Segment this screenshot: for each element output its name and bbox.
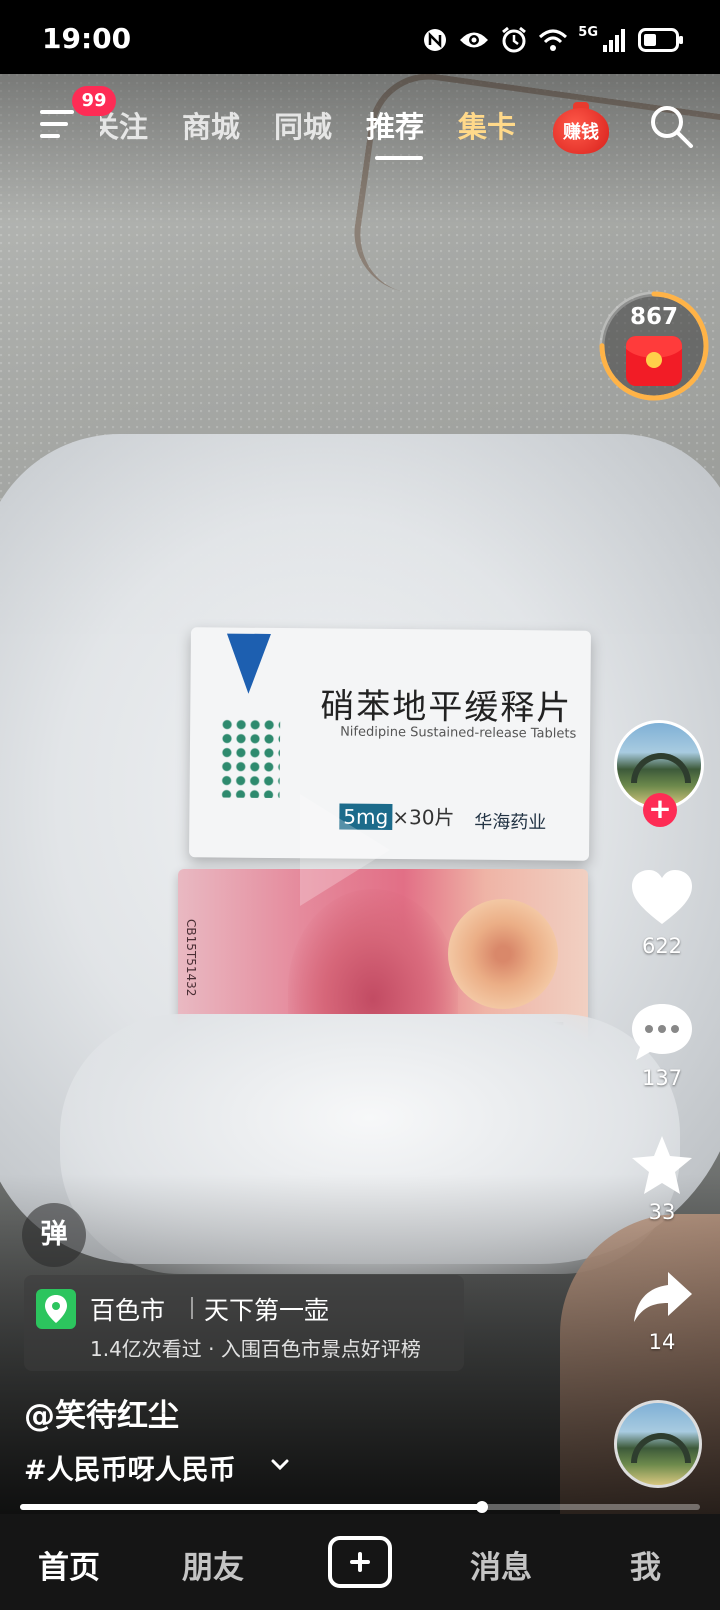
location-pin-icon (36, 1289, 76, 1329)
star-icon[interactable] (628, 1134, 696, 1198)
create-post-button[interactable] (328, 1536, 392, 1588)
video-progress-fill (20, 1504, 483, 1510)
tab-mall[interactable]: 商城 (182, 104, 240, 146)
status-time: 19:00 (42, 22, 132, 55)
network-label: 5G (578, 24, 598, 40)
heart-icon[interactable] (628, 866, 696, 930)
tab-active-indicator (375, 156, 423, 160)
eye-icon (460, 32, 489, 48)
video-progress-bar[interactable] (20, 1501, 700, 1513)
share-count: 14 (648, 1330, 676, 1354)
tab-follow-label: 关注 (100, 110, 149, 144)
medicine-title: 硝苯地平缓释片 (320, 686, 573, 729)
alarm-icon (502, 26, 527, 53)
avatar-bridge (631, 753, 691, 783)
banknote-rosette (448, 899, 558, 1009)
menu-icon-line (40, 134, 60, 138)
music-disc[interactable] (614, 1400, 702, 1488)
medicine-subtitle: Nifedipine Sustained-release Tablets (340, 724, 577, 742)
menu-button[interactable] (40, 104, 76, 144)
tab-friends[interactable]: 朋友 (182, 1542, 244, 1587)
location-city: 百色市 (90, 1296, 166, 1325)
medicine-box: 硝苯地平缓释片 Nifedipine Sustained-release Tab… (189, 627, 591, 861)
tab-messages[interactable]: 消息 (470, 1542, 532, 1587)
banknote-serial: CB15T51432 (184, 919, 198, 997)
signal-icon (603, 29, 625, 52)
menu-icon (40, 110, 74, 114)
chevron-down-icon[interactable] (268, 1452, 292, 1476)
share-icon[interactable] (628, 1266, 696, 1330)
author-name[interactable]: @笑待红尘 (24, 1390, 179, 1435)
video-hashtag[interactable]: #人民币呀人民币 (24, 1448, 236, 1487)
music-disc-bridge (631, 1433, 691, 1463)
danmaku-toggle-button[interactable]: 弹 (22, 1203, 86, 1267)
tab-home[interactable]: 首页 (38, 1542, 100, 1587)
comment-count: 137 (641, 1066, 683, 1090)
status-icons: 5G (422, 22, 684, 58)
like-count: 622 (641, 934, 683, 958)
tab-collect-cards[interactable]: 集卡 (458, 104, 516, 146)
wifi-icon (539, 29, 568, 51)
medicine-dots (219, 717, 281, 799)
favorite-count: 33 (648, 1200, 676, 1224)
red-packet-seal (646, 352, 662, 368)
tab-nearby[interactable]: 同城 (274, 104, 332, 146)
earn-money-button[interactable]: 赚钱 (553, 102, 609, 154)
tab-recommend[interactable]: 推荐 (366, 104, 424, 146)
tab-me[interactable]: 我 (630, 1542, 661, 1587)
battery-icon (638, 28, 683, 52)
earn-money-label: 赚钱 (563, 122, 599, 143)
location-card[interactable]: 百色市 天下第一壶 1.4亿次看过 · 入围百色市景点好评榜 (24, 1275, 464, 1371)
medicine-count: ×30片 (392, 805, 455, 830)
follow-button[interactable]: + (643, 793, 677, 827)
location-name: 天下第一壶 (204, 1296, 330, 1325)
search-icon[interactable] (647, 102, 695, 150)
menu-icon-line (40, 122, 68, 126)
location-separator (191, 1297, 193, 1319)
nfc-icon (424, 29, 447, 51)
status-bar: 19:00 5G (0, 0, 720, 74)
location-subtitle: 1.4亿次看过 · 入围百色市景点好评榜 (90, 1337, 421, 1361)
red-packet-icon (626, 336, 682, 386)
reward-count: 867 (629, 304, 678, 330)
reward-widget[interactable]: 867 (598, 290, 710, 402)
notification-badge: 99 (72, 86, 116, 116)
medicine-logo-icon (226, 633, 271, 694)
medicine-brand: 华海药业 (474, 811, 547, 834)
comment-icon[interactable] (628, 1000, 696, 1064)
top-nav: 关注 99 商城 同城 推荐 集卡 赚钱 (0, 74, 720, 174)
bottom-tab-bar: 首页 朋友 消息 我 (0, 1514, 720, 1610)
play-icon (300, 794, 390, 906)
